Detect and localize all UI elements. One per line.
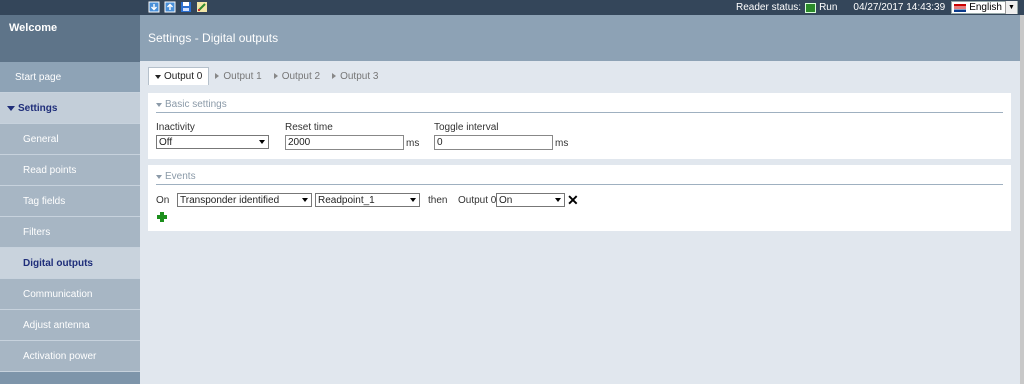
readpoint-select[interactable]: Readpoint_1 <box>315 193 420 207</box>
sidebar-item-label: Adjust antenna <box>23 319 90 331</box>
expand-icon <box>7 105 15 111</box>
tab-output-1[interactable]: Output 1 <box>209 67 267 85</box>
inactivity-value: Off <box>159 136 173 148</box>
chevron-down-icon <box>259 140 265 144</box>
tab-label: Output 2 <box>281 70 321 82</box>
chevron-down-icon <box>555 198 561 202</box>
sidebar-item-label: General <box>23 133 59 145</box>
event-trigger-select[interactable]: Transponder identified <box>177 193 312 207</box>
sidebar-item-label: Digital outputs <box>23 257 93 269</box>
sidebar-item-label: Settings <box>18 102 58 114</box>
output-state-select[interactable]: On <box>496 193 565 207</box>
chevron-right-icon <box>332 73 337 79</box>
sidebar-item-label: Read points <box>23 164 77 176</box>
sidebar-item-start-page[interactable]: Start page <box>0 62 140 93</box>
reset-time-value: 2000 <box>288 137 311 148</box>
toggle-interval-input[interactable]: 0 <box>434 135 553 150</box>
sidebar-item-label: Tag fields <box>23 195 66 207</box>
download-icon[interactable] <box>148 1 160 13</box>
sidebar-item-label: Activation power <box>23 350 97 362</box>
basic-settings-header[interactable]: Basic settings <box>156 97 1003 113</box>
uk-flag-icon <box>954 3 967 12</box>
sidebar-item-label: Communication <box>23 288 93 300</box>
delete-event-icon[interactable]: ✕ <box>567 193 579 207</box>
run-status-icon <box>805 2 817 13</box>
inactivity-select[interactable]: Off <box>156 135 269 149</box>
sidebar: Welcome Start page Settings General Read… <box>0 15 140 384</box>
reader-status-area: Reader status: Run 04/27/2017 14:43:39 E… <box>736 0 1018 15</box>
sidebar-item-adjust-antenna[interactable]: Adjust antenna <box>0 310 140 341</box>
chevron-right-icon <box>215 73 220 79</box>
sidebar-item-activation-power[interactable]: Activation power <box>0 341 140 372</box>
on-label: On <box>156 195 170 206</box>
upload-icon[interactable] <box>164 1 176 13</box>
events-panel: Events On Transponder identified Readpoi… <box>148 165 1011 231</box>
inactivity-label: Inactivity <box>156 122 195 133</box>
add-event-icon[interactable] <box>157 212 167 222</box>
collapse-icon <box>156 102 162 107</box>
sidebar-item-read-points[interactable]: Read points <box>0 155 140 186</box>
tab-output-0[interactable]: Output 0 <box>148 67 210 85</box>
chevron-down-icon <box>302 198 308 202</box>
reset-time-label: Reset time <box>285 122 333 133</box>
sidebar-item-communication[interactable]: Communication <box>0 279 140 310</box>
toggle-interval-value: 0 <box>437 137 443 148</box>
tab-output-2[interactable]: Output 2 <box>268 67 326 85</box>
sidebar-item-tag-fields[interactable]: Tag fields <box>0 186 140 217</box>
sidebar-item-settings[interactable]: Settings <box>0 93 140 124</box>
toggle-interval-label: Toggle interval <box>434 122 499 133</box>
sidebar-welcome[interactable]: Welcome <box>0 15 140 62</box>
reader-status-label: Reader status: <box>736 2 802 13</box>
language-value: English <box>969 2 1002 13</box>
output-tabs: Output 0 Output 1 Output 2 Output 3 <box>148 67 384 85</box>
basic-settings-panel: Basic settings Inactivity Off Reset time… <box>148 93 1011 159</box>
reset-time-input[interactable]: 2000 <box>285 135 404 150</box>
sidebar-item-label: Filters <box>23 226 51 238</box>
tab-output-3[interactable]: Output 3 <box>326 67 384 85</box>
reset-time-unit: ms <box>406 138 420 149</box>
toolbar-icons <box>148 1 208 13</box>
sidebar-item-general[interactable]: General <box>0 124 140 155</box>
chevron-down-icon <box>155 74 161 79</box>
output-label: Output 0 <box>458 195 497 206</box>
sidebar-item-filters[interactable]: Filters <box>0 217 140 248</box>
reader-status-value: Run <box>819 2 838 13</box>
collapse-icon <box>156 174 162 179</box>
basic-settings-title: Basic settings <box>165 99 227 110</box>
then-label: then <box>428 195 448 206</box>
language-select[interactable]: English ▼ <box>951 1 1018 14</box>
sidebar-item-label: Start page <box>15 71 62 83</box>
timestamp: 04/27/2017 14:43:39 <box>853 2 946 13</box>
chevron-down-icon <box>410 198 416 202</box>
output-state-value: On <box>499 194 513 206</box>
events-title: Events <box>165 171 196 182</box>
chevron-down-icon[interactable]: ▼ <box>1005 1 1017 14</box>
edit-icon[interactable] <box>196 1 208 13</box>
readpoint-value: Readpoint_1 <box>318 194 375 206</box>
tab-label: Output 1 <box>223 70 262 82</box>
events-header[interactable]: Events <box>156 169 1003 185</box>
save-icon[interactable] <box>180 1 192 13</box>
toggle-interval-unit: ms <box>555 138 569 149</box>
page-title: Settings - Digital outputs <box>140 15 1020 61</box>
scrollbar[interactable] <box>1020 15 1024 384</box>
tab-label: Output 0 <box>164 71 203 82</box>
event-trigger-value: Transponder identified <box>180 194 280 206</box>
chevron-right-icon <box>273 73 278 79</box>
top-bar: Reader status: Run 04/27/2017 14:43:39 E… <box>0 0 1024 15</box>
tab-label: Output 3 <box>340 70 379 82</box>
sidebar-item-digital-outputs[interactable]: Digital outputs <box>0 248 140 279</box>
